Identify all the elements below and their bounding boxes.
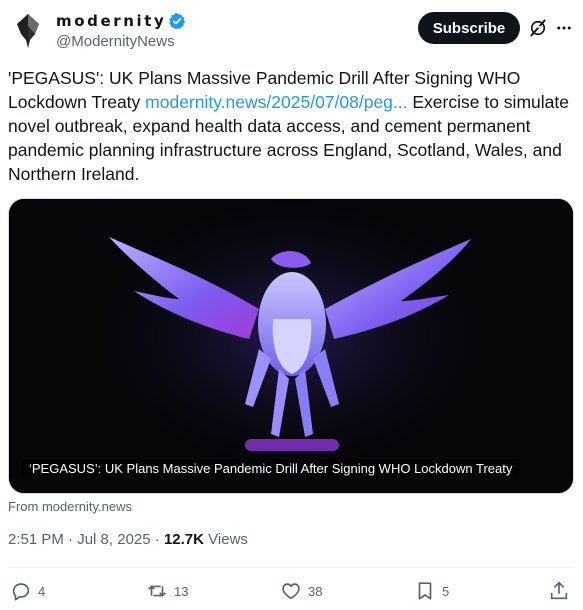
more-icon[interactable] <box>555 18 573 38</box>
card-caption: ‘PEGASUS’: UK Plans Massive Pandemic Dri… <box>21 459 521 478</box>
bookmark-count: 5 <box>442 583 450 599</box>
like-icon <box>282 583 300 600</box>
like-button[interactable]: 38 <box>280 580 322 602</box>
divider <box>8 567 574 568</box>
link-card[interactable]: ‘PEGASUS’: UK Plans Massive Pandemic Dri… <box>8 198 574 494</box>
name-row: modernity <box>56 12 186 30</box>
reply-icon <box>12 583 30 601</box>
post-meta: 2:51 PM · Jul 8, 2025 · 12.7K Views <box>8 531 248 548</box>
verified-badge-icon <box>169 13 186 30</box>
card-source[interactable]: From modernity.news <box>8 499 132 514</box>
display-name[interactable]: modernity <box>56 12 166 30</box>
bookmark-icon <box>418 582 432 600</box>
pegasus-image <box>9 199 573 493</box>
reply-button[interactable]: 4 <box>10 580 45 602</box>
grok-icon[interactable] <box>528 18 548 38</box>
avatar[interactable] <box>8 10 48 50</box>
share-icon <box>550 581 568 600</box>
post-link[interactable]: modernity.news/2025/07/08/peg... <box>145 92 407 112</box>
bookmark-button[interactable]: 5 <box>414 580 449 602</box>
handle[interactable]: @ModernityNews <box>56 33 175 50</box>
post-date[interactable]: Jul 8, 2025 <box>77 531 150 548</box>
post-header: modernity @ModernityNews Subscribe <box>0 0 583 60</box>
repost-button[interactable]: 13 <box>146 580 188 602</box>
post-text: 'PEGASUS': UK Plans Massive Pandemic Dri… <box>8 66 574 186</box>
subscribe-button[interactable]: Subscribe <box>418 12 520 44</box>
like-count: 38 <box>308 583 323 599</box>
share-button[interactable] <box>548 580 570 602</box>
repost-icon <box>148 585 166 597</box>
views-count: 12.7K <box>163 531 204 548</box>
reply-count: 4 <box>38 583 46 599</box>
post-time[interactable]: 2:51 PM <box>8 531 64 548</box>
repost-count: 13 <box>174 583 189 599</box>
views-label: Views <box>208 531 248 548</box>
